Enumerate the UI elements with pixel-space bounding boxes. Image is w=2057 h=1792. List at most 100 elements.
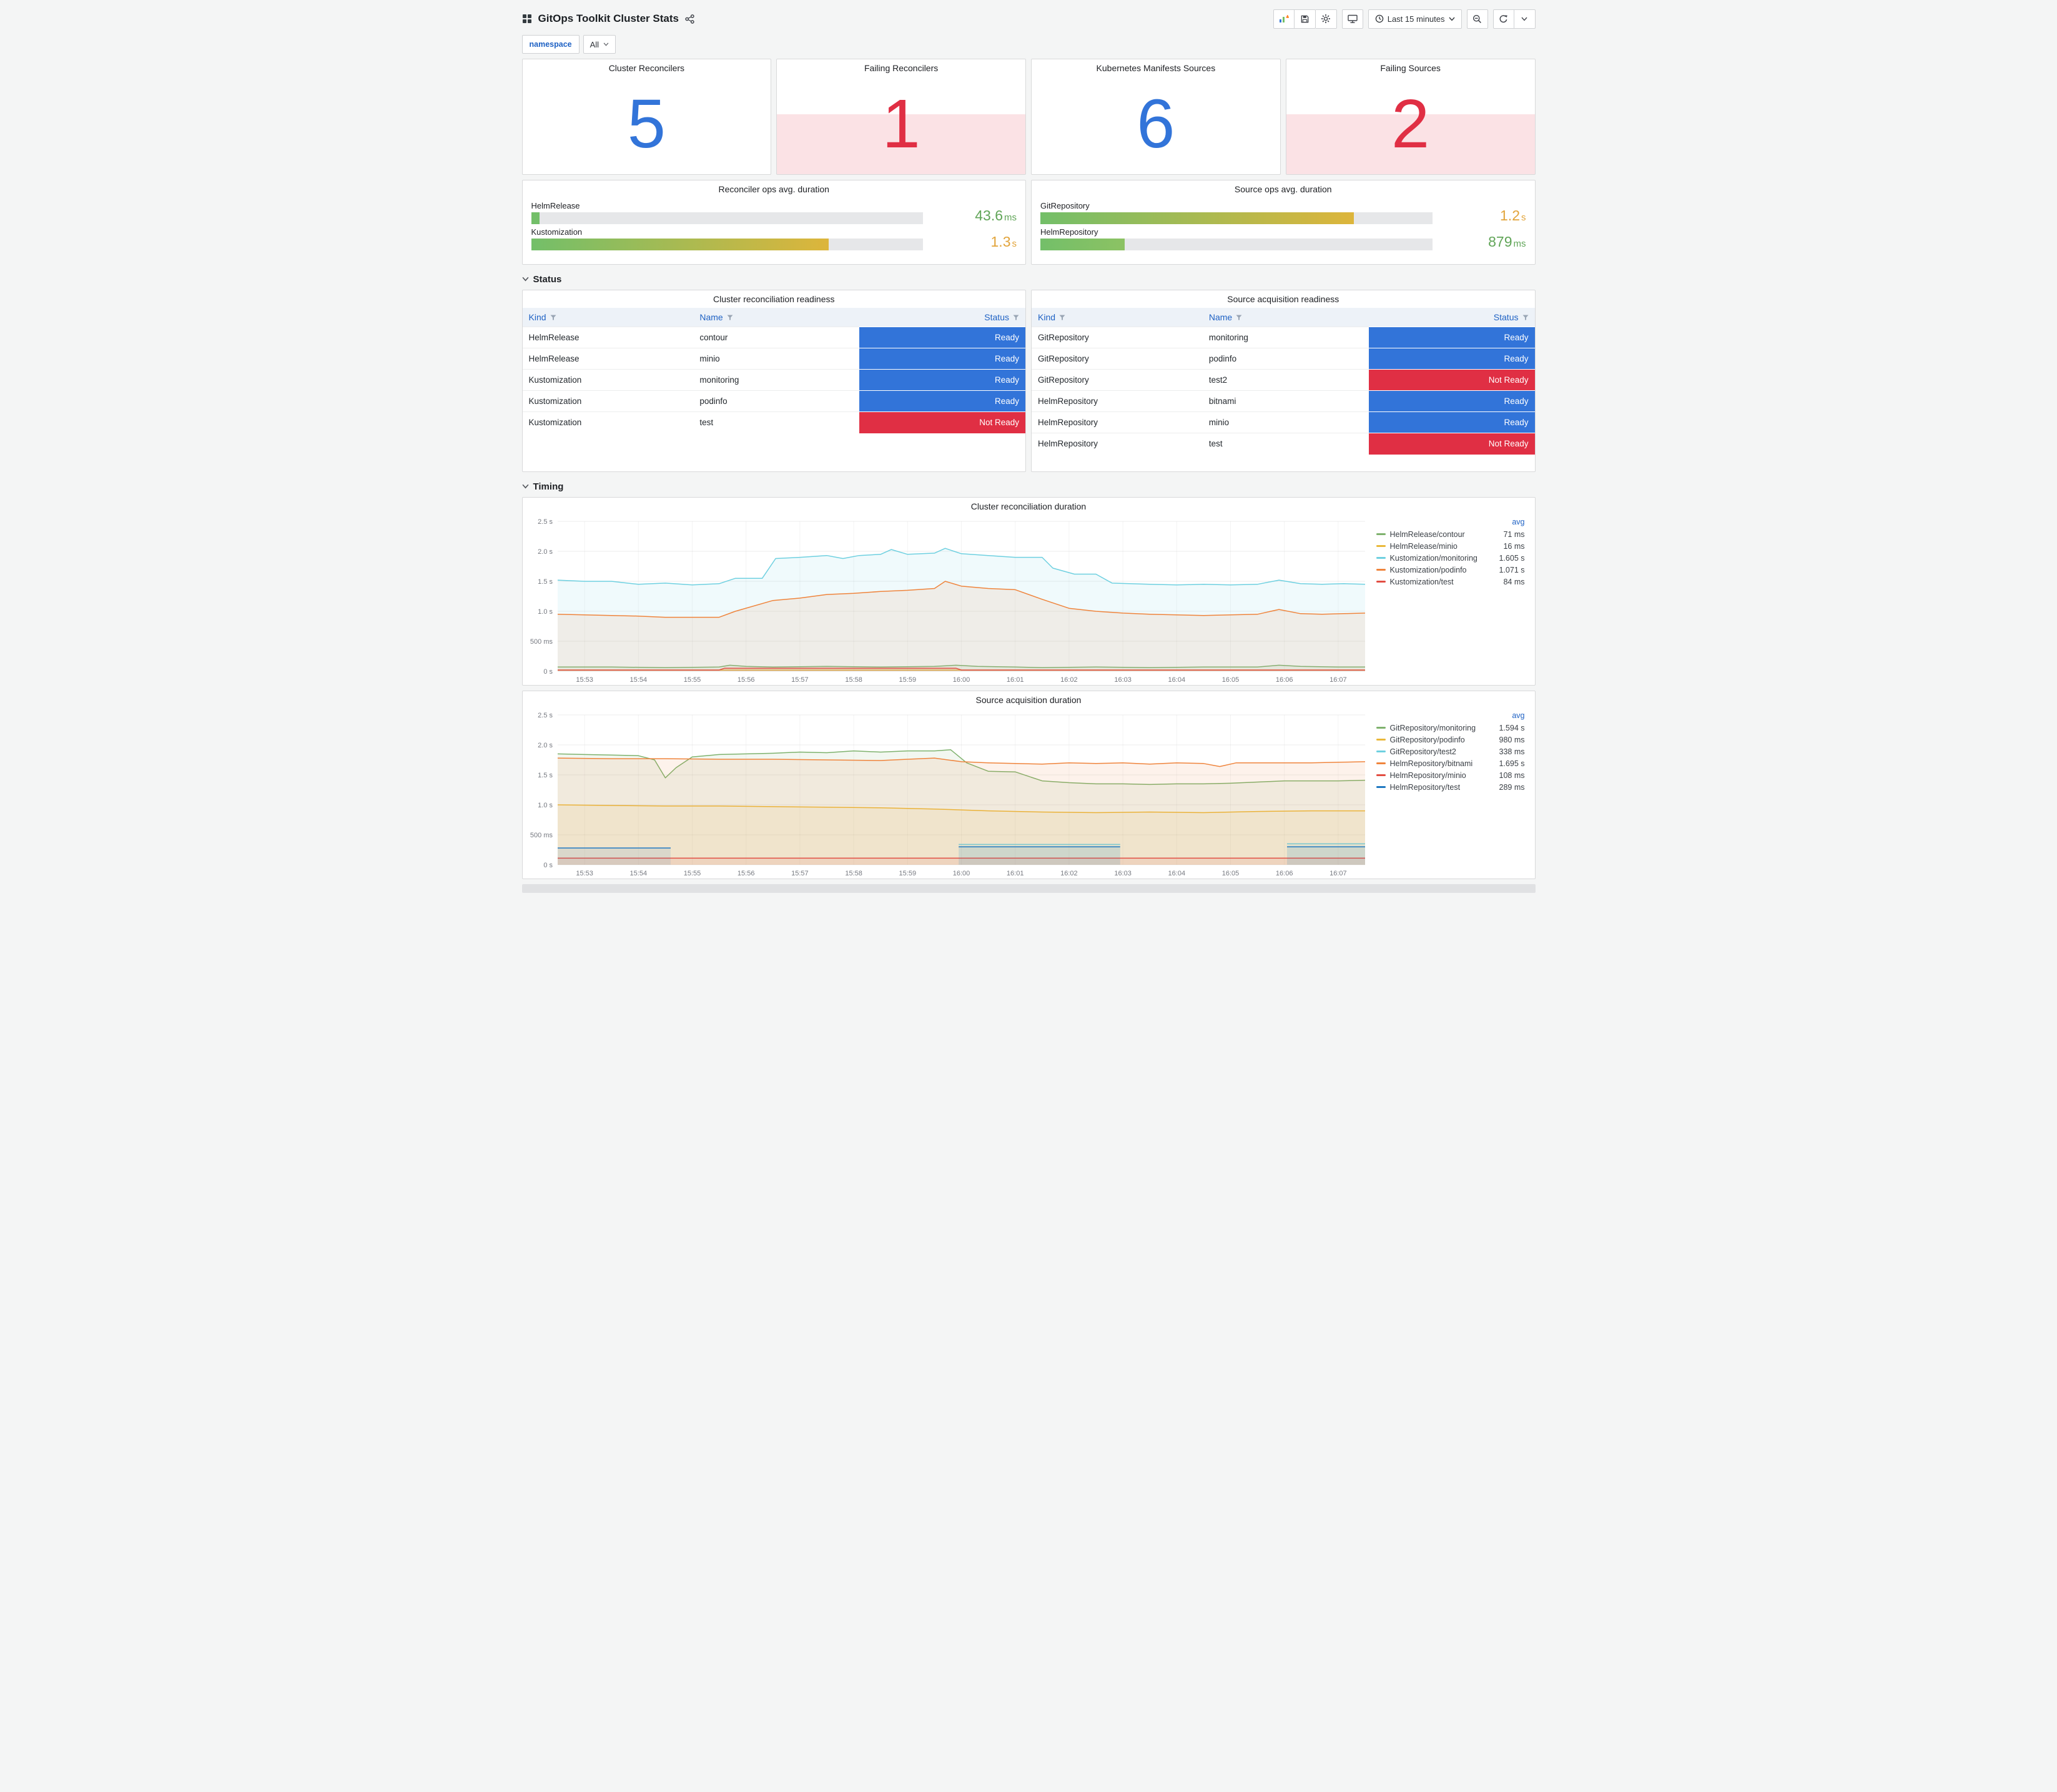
grafana-dashboard: GitOps Toolkit Cluster Stats Last 15 min… xyxy=(515,0,1543,898)
column-header-status[interactable]: Status xyxy=(859,308,1025,327)
svg-text:1.5 s: 1.5 s xyxy=(538,578,553,586)
panel-title[interactable]: Source acquisition readiness xyxy=(1032,290,1535,308)
dashboard-settings-button[interactable] xyxy=(1315,9,1337,29)
tv-mode-button[interactable] xyxy=(1341,9,1363,29)
chevron-down-icon xyxy=(1448,17,1455,21)
svg-text:15:57: 15:57 xyxy=(791,676,809,684)
svg-text:16:02: 16:02 xyxy=(1060,870,1078,877)
series-color-swatch xyxy=(1376,739,1386,741)
series-color-swatch xyxy=(1376,581,1386,583)
status-badge: Ready xyxy=(1368,390,1535,412)
svg-text:15:56: 15:56 xyxy=(737,676,754,684)
refresh-button[interactable] xyxy=(1492,9,1514,29)
variables-bar: namespace All xyxy=(521,32,1536,56)
chevron-down-icon xyxy=(1521,17,1527,21)
namespace-variable-select[interactable]: All xyxy=(583,35,616,54)
legend-item[interactable]: Kustomization/monitoring 1.605 s xyxy=(1376,552,1525,564)
svg-text:15:59: 15:59 xyxy=(899,870,916,877)
cell-kind: Kustomization xyxy=(522,369,694,391)
refresh-interval-dropdown[interactable] xyxy=(1514,9,1536,29)
legend-avg-header[interactable]: avg xyxy=(1376,711,1524,720)
panel-title[interactable]: Cluster reconciliation duration xyxy=(523,498,1535,515)
column-header-status[interactable]: Status xyxy=(1368,308,1535,327)
timeseries-plot[interactable]: 15:53 15:54 15:55 15:56 15:57 15:58 15:59 16:00… xyxy=(523,709,1374,879)
dashboard-grid-icon[interactable] xyxy=(522,14,532,24)
svg-text:15:58: 15:58 xyxy=(845,676,862,684)
cell-name: monitoring xyxy=(693,369,860,391)
table-row: HelmRepository test Not Ready xyxy=(1032,433,1535,455)
series-color-swatch xyxy=(1376,569,1386,571)
svg-text:15:59: 15:59 xyxy=(899,676,916,684)
svg-text:1.5 s: 1.5 s xyxy=(538,772,553,779)
gauge-track xyxy=(531,239,923,250)
legend-item[interactable]: HelmRelease/contour 71 ms xyxy=(1376,528,1525,540)
cell-name: monitoring xyxy=(1202,327,1369,348)
panel-title[interactable]: Cluster reconciliation readiness xyxy=(523,290,1026,308)
svg-text:15:55: 15:55 xyxy=(683,676,701,684)
add-panel-button[interactable] xyxy=(1273,9,1295,29)
section-row-timing[interactable]: Timing xyxy=(521,477,1536,496)
stats-row: Cluster Reconcilers 5 Failing Reconciler… xyxy=(521,59,1536,175)
legend-item[interactable]: HelmRepository/test 289 ms xyxy=(1376,781,1525,793)
stat-panel-failing-reconcilers: Failing Reconcilers 1 xyxy=(776,59,1026,175)
svg-text:2.0 s: 2.0 s xyxy=(538,548,553,556)
filter-icon xyxy=(1059,315,1065,320)
cell-kind: HelmRelease xyxy=(522,327,694,348)
status-badge: Ready xyxy=(859,369,1025,391)
svg-text:16:01: 16:01 xyxy=(1006,676,1024,684)
legend-item[interactable]: Kustomization/podinfo 1.071 s xyxy=(1376,564,1525,576)
column-header-kind[interactable]: Kind xyxy=(522,308,694,327)
svg-text:0 s: 0 s xyxy=(543,862,553,869)
gauge-track xyxy=(531,212,923,224)
zoom-out-time-button[interactable] xyxy=(1466,9,1488,29)
panel-title[interactable]: Source ops avg. duration xyxy=(1032,180,1535,198)
stat-panel-cluster-reconcilers: Cluster Reconcilers 5 xyxy=(521,59,772,175)
legend-item[interactable]: Kustomization/test 84 ms xyxy=(1376,576,1525,588)
legend-item[interactable]: GitRepository/podinfo 980 ms xyxy=(1376,734,1525,746)
legend-item[interactable]: HelmRepository/bitnami 1.695 s xyxy=(1376,757,1525,769)
filter-icon xyxy=(727,315,733,320)
status-badge: Ready xyxy=(1368,348,1535,370)
stat-value: 2 xyxy=(1391,86,1430,162)
svg-text:2.5 s: 2.5 s xyxy=(538,712,553,719)
cell-kind: GitRepository xyxy=(1032,348,1203,370)
svg-text:16:06: 16:06 xyxy=(1275,676,1293,684)
save-dashboard-button[interactable] xyxy=(1294,9,1316,29)
cell-name: test xyxy=(1202,433,1369,455)
gauge-fill xyxy=(531,212,540,224)
svg-text:16:02: 16:02 xyxy=(1060,676,1078,684)
namespace-selected-value: All xyxy=(589,39,599,49)
gauge-value: 43.6 ms xyxy=(975,207,1017,224)
legend-avg-header[interactable]: avg xyxy=(1376,518,1524,526)
table-row: GitRepository monitoring Ready xyxy=(1032,327,1535,348)
gauge-fill xyxy=(1040,239,1125,250)
cell-kind: GitRepository xyxy=(1032,369,1203,391)
legend-item[interactable]: HelmRepository/minio 108 ms xyxy=(1376,769,1525,781)
series-color-swatch xyxy=(1376,786,1386,788)
gauge-label: GitRepository xyxy=(1040,201,1090,210)
cell-name: bitnami xyxy=(1202,390,1369,412)
refresh-icon xyxy=(1499,14,1507,22)
table-panel-source-readiness: Source acquisition readiness Kind Name S… xyxy=(1031,290,1536,472)
column-header-name[interactable]: Name xyxy=(693,308,860,327)
legend-item[interactable]: GitRepository/test2 338 ms xyxy=(1376,746,1525,757)
gauge-value: 879 ms xyxy=(1488,234,1526,250)
time-range-picker[interactable]: Last 15 minutes xyxy=(1368,9,1462,29)
panel-title[interactable]: Reconciler ops avg. duration xyxy=(523,180,1026,198)
timeseries-panel-cluster-reconciliation: Cluster reconciliation duration 15:53 15:… xyxy=(521,497,1536,686)
column-header-kind[interactable]: Kind xyxy=(1032,308,1203,327)
timeseries-panel-source-acquisition: Source acquisition duration 15:53 15:54 15… xyxy=(521,691,1536,879)
share-icon[interactable] xyxy=(685,14,694,24)
column-header-name[interactable]: Name xyxy=(1202,308,1369,327)
legend-item[interactable]: HelmRelease/minio 16 ms xyxy=(1376,540,1525,552)
section-row-status[interactable]: Status xyxy=(521,270,1536,288)
cell-name: test xyxy=(693,411,860,433)
svg-text:15:53: 15:53 xyxy=(576,870,593,877)
cell-name: podinfo xyxy=(693,390,860,412)
gauge-label: HelmRepository xyxy=(1040,227,1098,237)
gauge-track xyxy=(1040,239,1433,250)
legend-item[interactable]: GitRepository/monitoring 1.594 s xyxy=(1376,722,1525,734)
panel-title[interactable]: Source acquisition duration xyxy=(523,691,1535,709)
table-row: Kustomization podinfo Ready xyxy=(522,390,1025,412)
timeseries-plot[interactable]: 15:53 15:54 15:55 15:56 15:57 15:58 15:59 16:00… xyxy=(523,515,1374,685)
